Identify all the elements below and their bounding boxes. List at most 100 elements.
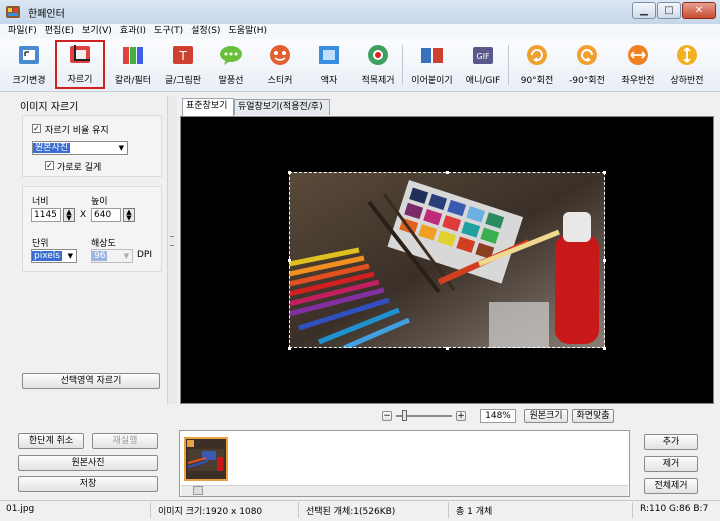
- redo-button[interactable]: 재실행: [92, 433, 158, 449]
- toolbar-button-13[interactable]: 상하반전: [662, 43, 712, 89]
- keep-ratio-checkbox[interactable]: ✓: [32, 124, 41, 133]
- scrollbar-thumb[interactable]: [193, 486, 203, 495]
- width-spinner[interactable]: ▲ ▼: [63, 208, 75, 222]
- crop-icon: [70, 45, 90, 63]
- text-board-icon: T: [173, 46, 193, 64]
- panel-splitter[interactable]: [167, 96, 177, 404]
- rotate-cw-icon: [527, 45, 547, 65]
- menu-item-3[interactable]: 효과(I): [116, 24, 150, 38]
- toolbar-label: 칼라/필터: [114, 76, 152, 86]
- remove-all-button[interactable]: 전체제거: [644, 478, 698, 494]
- toolbar-button-9[interactable]: GIF 애니/GIF: [458, 43, 508, 89]
- resolution-label: 해상도: [91, 239, 116, 249]
- menu-item-1[interactable]: 편집(E): [41, 24, 78, 38]
- join-icon: [421, 48, 443, 63]
- toolbar-button-12[interactable]: 좌우반전: [613, 43, 663, 89]
- thumbnail-scrollbar[interactable]: [181, 485, 628, 496]
- resolution-select-value: 96: [92, 251, 108, 261]
- toolbar: 크기변경 자르기 칼라/필터 T 글/그림판 말풍선 스티커 액자 적목제거 이어붙이기 GIF 애니…: [0, 39, 720, 92]
- zoom-value: 148%: [480, 409, 516, 423]
- fit-screen-button[interactable]: 화면맞춤: [572, 409, 614, 423]
- toolbar-label: 좌우반전: [621, 76, 655, 86]
- toolbar-button-2[interactable]: 칼라/필터: [108, 43, 158, 89]
- toolbar-label: 글/그림판: [164, 76, 202, 86]
- app-logo-icon: [6, 6, 20, 18]
- grip-icon: [170, 236, 174, 246]
- minimize-button[interactable]: ▁: [632, 2, 656, 19]
- red-eye-icon: [368, 45, 388, 65]
- crop-selection[interactable]: [289, 172, 605, 348]
- remove-button[interactable]: 제거: [644, 456, 698, 472]
- selected-marker-icon: [187, 440, 194, 447]
- times-label: X: [80, 210, 87, 220]
- toolbar-button-0[interactable]: 크기변경: [4, 43, 54, 89]
- toolbar-label: 말풍선: [218, 76, 244, 86]
- unit-select-value: pixels: [32, 251, 62, 261]
- toolbar-label: 상하반전: [670, 76, 704, 86]
- frame-icon: [319, 46, 339, 64]
- menu-item-6[interactable]: 도움말(H): [224, 24, 271, 38]
- add-button[interactable]: 추가: [644, 434, 698, 450]
- toolbar-label: 이어붙이기: [411, 76, 453, 86]
- toolbar-button-8[interactable]: 이어붙이기: [405, 43, 459, 89]
- menu-item-2[interactable]: 보기(V): [78, 24, 116, 38]
- resize-icon: [19, 46, 39, 64]
- status-file: 01.jpg: [6, 504, 35, 514]
- zoom-in-button[interactable]: +: [456, 411, 466, 421]
- toolbar-separator: [508, 45, 509, 85]
- keep-ratio-label: 자르기 비율 유지: [45, 126, 109, 136]
- landscape-checkbox[interactable]: ✓: [45, 161, 54, 170]
- menu-item-0[interactable]: 파일(F): [4, 24, 41, 38]
- thumbnail-item[interactable]: [184, 437, 228, 481]
- chevron-down-icon: ▼: [67, 252, 73, 260]
- undo-button[interactable]: 한단계 취소: [18, 433, 84, 449]
- zoom-out-button[interactable]: −: [382, 411, 392, 421]
- maximize-button[interactable]: □: [657, 2, 681, 19]
- svg-text:T: T: [178, 49, 187, 63]
- toolbar-button-7[interactable]: 적목제거: [353, 43, 403, 89]
- toolbar-button-10[interactable]: 90°회전: [512, 43, 562, 89]
- save-button[interactable]: 저장: [18, 476, 158, 492]
- ratio-group: ✓ 자르기 비율 유지 원본사진 ▼ ✓ 가로로 길게: [22, 115, 162, 177]
- tab-dual-view[interactable]: 듀얼창보기(적용전/후): [234, 99, 330, 115]
- color-filter-icon: [123, 47, 143, 64]
- menu-item-4[interactable]: 도구(T): [150, 24, 187, 38]
- original-size-button[interactable]: 원본크기: [524, 409, 568, 423]
- toolbar-label: 적목제거: [361, 76, 395, 86]
- status-image-size: 이미지 크기:1920 x 1080: [158, 507, 263, 517]
- original-photo-button[interactable]: 원본사진: [18, 455, 158, 471]
- unit-select[interactable]: pixels ▼: [31, 249, 77, 263]
- toolbar-button-5[interactable]: 스티커: [255, 43, 305, 89]
- menu-item-5[interactable]: 설정(S): [187, 24, 224, 38]
- toolbar-button-3[interactable]: T 글/그림판: [158, 43, 208, 89]
- toolbar-separator: [402, 45, 403, 85]
- status-rgb: R:110 G:86 B:7: [640, 504, 709, 514]
- resolution-select[interactable]: 96 ▼: [91, 249, 133, 263]
- gif-icon: GIF: [473, 47, 493, 64]
- zoom-slider-thumb[interactable]: [402, 410, 407, 421]
- toolbar-label: 액자: [320, 76, 338, 86]
- flip-h-icon: [628, 45, 648, 65]
- viewer-tabs: 표준창보기 듀얼창보기(적용전/후): [180, 98, 714, 116]
- rotate-ccw-icon: [577, 45, 597, 65]
- unit-label: 단위: [32, 239, 49, 249]
- image-canvas[interactable]: [180, 116, 714, 404]
- status-total: 총 1 개체: [456, 507, 493, 517]
- ratio-select[interactable]: 원본사진 ▼: [32, 141, 128, 155]
- close-button[interactable]: ✕: [682, 2, 716, 19]
- width-input[interactable]: 1145: [31, 208, 61, 222]
- toolbar-button-1[interactable]: 자르기: [55, 40, 105, 89]
- crop-selection-button[interactable]: 선택영역 자르기: [22, 373, 160, 389]
- svg-text:GIF: GIF: [476, 52, 490, 61]
- height-input[interactable]: 640: [91, 208, 121, 222]
- height-spinner[interactable]: ▲ ▼: [123, 208, 135, 222]
- menu-bar: 파일(F) 편집(E) 보기(V) 효과(I) 도구(T) 설정(S) 도움말(H): [0, 24, 720, 40]
- toolbar-button-4[interactable]: 말풍선: [207, 43, 255, 89]
- tab-standard-view[interactable]: 표준창보기: [182, 98, 234, 116]
- status-selected: 선택된 개체:1(526KB): [306, 507, 396, 517]
- toolbar-button-6[interactable]: 액자: [305, 43, 353, 89]
- dpi-label: DPI: [137, 250, 153, 260]
- toolbar-button-11[interactable]: -90°회전: [562, 43, 612, 89]
- speech-bubble-icon: [220, 46, 242, 65]
- size-group: 너비 높이 1145 ▲ ▼ X 640 ▲ ▼ 단위 해상도 pixels ▼ 9…: [22, 186, 162, 272]
